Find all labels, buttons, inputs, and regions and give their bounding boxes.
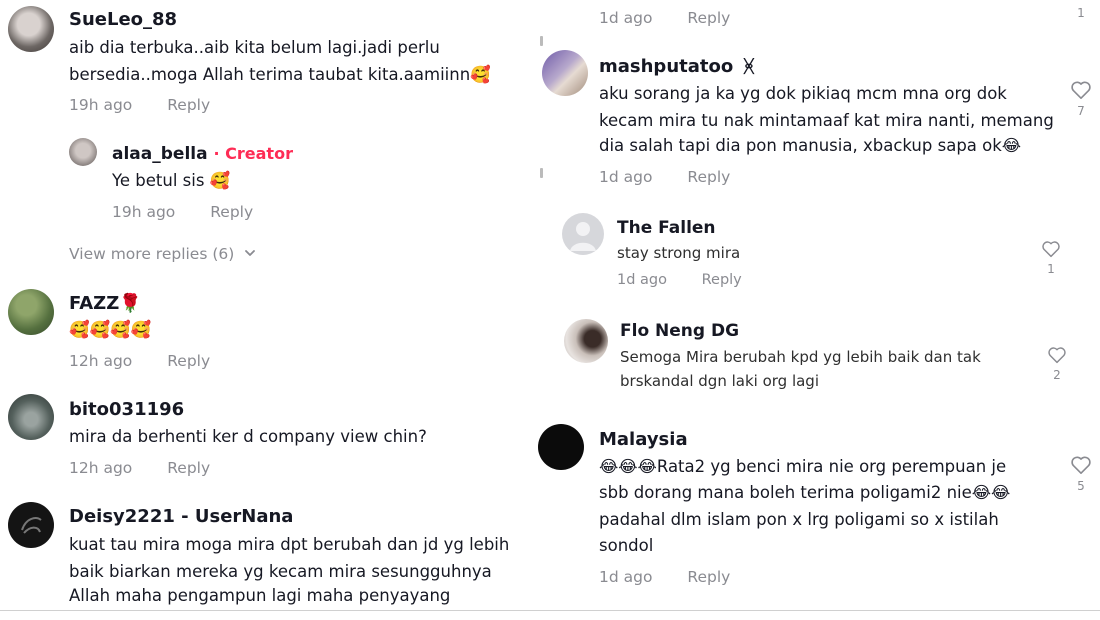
comment-username[interactable]: FAZZ🌹 [69,293,142,314]
like-count-value: 1 [1077,6,1085,20]
username-text[interactable]: mashputatoo [599,56,733,77]
comment-text-line: Semoga Mira berubah kpd yg lebih baik da… [620,348,981,366]
avatar[interactable] [69,138,97,166]
comment-timestamp: 12h ago [69,459,133,477]
comment-username[interactable]: The Fallen [617,218,716,238]
reply-the-fallen: The Fallen stay strong mira 1d ago Reply… [538,210,1100,300]
comment-text-line: mira da berhenti ker d company view chin… [69,427,427,446]
like-button[interactable]: 2 [1045,346,1069,382]
reply-button[interactable]: Reply [167,96,210,114]
comment-username[interactable]: Flo Neng DG [620,321,739,341]
heart-outline-icon [1042,241,1060,258]
scroll-marker [540,36,543,46]
avatar[interactable] [8,394,54,440]
chevron-down-icon [243,246,257,264]
avatar[interactable] [542,50,588,96]
comment-username[interactable]: alaa_bella · Creator [112,144,293,164]
avatar[interactable] [564,319,608,363]
like-button[interactable]: 1 [1039,240,1063,276]
username-text[interactable]: alaa_bella [112,144,208,164]
comment-text-line: dia salah tapi dia pon manusia, xbackup … [599,136,1022,155]
comment-meta: 12h ago Reply [69,459,210,477]
like-count: 5 [1077,479,1085,493]
view-more-replies-button[interactable]: View more replies (6) [69,245,257,264]
default-avatar-icon [570,222,596,251]
comment-timestamp: 19h ago [69,96,133,114]
like-count: 2 [1053,368,1061,382]
comment-timestamp: 19h ago [112,203,176,221]
comment-meta: 1d ago Reply [617,272,742,288]
comment-username[interactable]: bito031196 [69,399,184,420]
reply-button[interactable]: Reply [167,352,210,370]
comment-timestamp: 1d ago [617,272,667,288]
comment-deisy: Deisy2221 - UserNana kuat tau mira moga … [0,496,538,610]
comment-meta: 19h ago Reply [112,203,253,221]
comment-username[interactable]: Malaysia [599,429,688,450]
comment-username[interactable]: Deisy2221 - UserNana [69,506,293,527]
comment-username[interactable]: mashputatoo ᚸ [599,56,754,77]
bottom-divider [0,610,1100,611]
comment-sueleo: SueLeo_88 aib dia terbuka..aib kita belu… [0,0,538,120]
comment-timestamp: 1d ago [599,9,653,27]
reply-button[interactable]: Reply [687,568,730,586]
reply-flo-neng-dg: Flo Neng DG Semoga Mira berubah kpd yg l… [538,314,1100,404]
avatar[interactable] [562,213,604,255]
like-button[interactable]: 7 [1069,80,1093,118]
reply-button[interactable]: Reply [702,272,742,288]
comment-text-line: stay strong mira [617,244,741,262]
comment-timestamp: 12h ago [69,352,133,370]
comment-text-line: kecam mira tu nak mintamaaf kat mira nan… [599,111,1054,130]
avatar-logo-icon [21,517,42,534]
like-count: 1 [1047,262,1055,276]
comment-text-line: kuat tau mira moga mira dpt berubah dan … [69,535,510,554]
like-button[interactable]: 5 [1069,455,1093,493]
avatar[interactable] [538,424,584,470]
comment-timestamp: 1d ago [599,168,653,186]
comment-username[interactable]: SueLeo_88 [69,9,177,30]
comment-text-line: sbb dorang mana boleh terima poligami2 n… [599,483,1011,502]
comment-text-line: bersedia..moga Allah terima taubat kita.… [69,65,491,84]
comment-meta: 12h ago Reply [69,352,210,370]
comment-text-line: baik biarkan mereka yg kecam mira sesung… [69,562,492,581]
comment-malaysia: Malaysia 😂😂😂Rata2 yg benci mira nie org … [538,422,1100,592]
heart-outline-icon [1071,81,1091,99]
reply-button[interactable]: Reply [687,168,730,186]
reply-alaa-bella: alaa_bella · Creator Ye betul sis 🥰 19h … [0,130,538,230]
reply-button[interactable]: Reply [687,9,730,27]
comment-meta: 1d ago Reply [599,168,730,186]
comment-meta: 1d ago Reply [599,9,730,27]
user-badge-icon: ᚸ [743,56,755,77]
comment-text-line: aku sorang ja ka yg dok pikiaq mcm mna o… [599,84,1007,103]
reply-button[interactable]: Reply [210,203,253,221]
heart-outline-icon [1071,456,1091,474]
creator-badge: · Creator [213,144,293,163]
comment-text-line: Ye betul sis 🥰 [112,171,231,190]
view-more-replies-label: View more replies (6) [69,245,235,263]
like-count: 1 [1069,2,1093,20]
comment-meta: 1d ago Reply [599,568,730,586]
comment-text-line: sondol [599,536,654,555]
comment-timestamp: 1d ago [599,568,653,586]
comment-text-line: brskandal dgn laki org lagi [620,372,819,390]
comment-fazz: FAZZ🌹 🥰🥰🥰🥰 12h ago Reply [0,283,538,383]
comment-text-line: aib dia terbuka..aib kita belum lagi.jad… [69,38,440,57]
comment-bito: bito031196 mira da berhenti ker d compan… [0,390,538,490]
comment-text-line: 🥰🥰🥰🥰 [69,320,152,339]
like-count: 7 [1077,104,1085,118]
comment-text-line: Allah maha pengampun lagi maha penyayang [69,586,451,605]
heart-outline-icon [1048,347,1066,364]
reply-button[interactable]: Reply [167,459,210,477]
left-comment-panel: SueLeo_88 aib dia terbuka..aib kita belu… [0,0,538,612]
avatar[interactable] [8,502,54,548]
comment-text-line: padahal dlm islam pon x lrg poligami so … [599,510,999,529]
comment-text-line: 😂😂😂Rata2 yg benci mira nie org perempuan… [599,457,1007,476]
avatar[interactable] [8,6,54,52]
right-comment-panel: 1d ago Reply 1 mashputatoo ᚸ aku sorang … [538,0,1100,612]
avatar[interactable] [8,289,54,335]
comment-mashputatoo: mashputatoo ᚸ aku sorang ja ka yg dok pi… [538,46,1100,196]
comment-meta: 19h ago Reply [69,96,210,114]
